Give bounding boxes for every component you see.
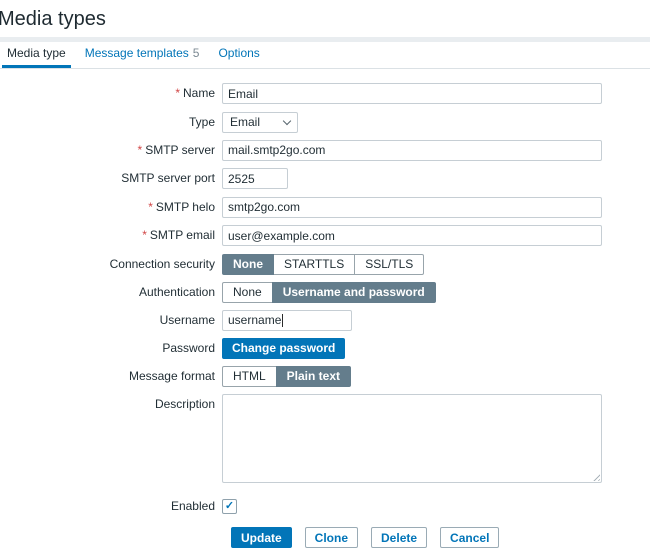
form-row-username: Username username — [0, 310, 650, 331]
media-type-form: *Name Type Email *SMTP server SMTP serve… — [0, 69, 650, 548]
tab-bar: Media type Message templates 5 Options — [0, 42, 650, 69]
username-value: username — [228, 310, 281, 331]
tab-label: Options — [218, 46, 259, 60]
smtp-port-field[interactable] — [222, 168, 288, 189]
form-row-message-format: Message format HTML Plain text — [0, 366, 650, 387]
tab-options[interactable]: Options — [213, 42, 264, 68]
form-row-password: Password Change password — [0, 338, 650, 360]
username-label: Username — [0, 310, 222, 331]
segment-option-none[interactable]: None — [222, 254, 274, 275]
type-select[interactable]: Email — [222, 112, 298, 133]
tab-media-type[interactable]: Media type — [2, 42, 71, 68]
smtp-email-label: *SMTP email — [0, 225, 222, 246]
chevron-down-icon — [283, 116, 291, 124]
name-label: *Name — [0, 83, 222, 104]
form-row-enabled: Enabled ✓ — [0, 496, 650, 517]
required-mark: * — [142, 228, 147, 242]
description-label: Description — [0, 394, 222, 415]
tab-message-templates[interactable]: Message templates 5 — [80, 42, 205, 68]
required-mark: * — [175, 86, 180, 100]
form-row-name: *Name — [0, 83, 650, 105]
segment-option-username-password[interactable]: Username and password — [272, 282, 436, 303]
form-row-smtp-server: *SMTP server — [0, 140, 650, 162]
enabled-checkbox[interactable]: ✓ — [222, 499, 237, 514]
segment-option-plain-text[interactable]: Plain text — [276, 366, 351, 387]
connection-security-segment: None STARTTLS SSL/TLS — [222, 254, 424, 275]
segment-option-none[interactable]: None — [222, 282, 273, 303]
segment-option-starttls[interactable]: STARTTLS — [273, 254, 355, 275]
check-icon: ✓ — [225, 501, 234, 512]
form-row-smtp-email: *SMTP email — [0, 225, 650, 247]
smtp-server-label: *SMTP server — [0, 140, 222, 161]
type-select-value: Email — [230, 112, 260, 133]
page-header: Media types — [0, 0, 650, 37]
smtp-helo-field[interactable] — [222, 197, 602, 218]
form-row-type: Type Email — [0, 112, 650, 133]
smtp-helo-label: *SMTP helo — [0, 197, 222, 218]
smtp-server-field[interactable] — [222, 140, 602, 161]
tab-label: Message templates — [85, 46, 189, 60]
segment-option-html[interactable]: HTML — [222, 366, 277, 387]
smtp-email-field[interactable] — [222, 225, 602, 246]
form-row-description: Description — [0, 394, 650, 483]
password-label: Password — [0, 338, 222, 359]
smtp-port-label: SMTP server port — [0, 168, 222, 189]
username-field[interactable]: username — [222, 310, 352, 331]
description-textarea[interactable] — [222, 394, 602, 483]
name-field[interactable] — [222, 83, 602, 104]
form-row-authentication: Authentication None Username and passwor… — [0, 282, 650, 303]
form-row-connection-security: Connection security None STARTTLS SSL/TL… — [0, 254, 650, 275]
authentication-label: Authentication — [0, 282, 222, 303]
authentication-segment: None Username and password — [222, 282, 436, 303]
form-row-smtp-helo: *SMTP helo — [0, 197, 650, 219]
text-cursor — [282, 314, 283, 327]
segment-option-ssltls[interactable]: SSL/TLS — [354, 254, 424, 275]
tab-count-badge: 5 — [193, 46, 200, 60]
enabled-label: Enabled — [0, 496, 222, 517]
form-row-smtp-port: SMTP server port — [0, 168, 650, 190]
required-mark: * — [138, 143, 143, 157]
change-password-button[interactable]: Change password — [222, 338, 345, 359]
type-label: Type — [0, 112, 222, 133]
required-mark: * — [148, 200, 153, 214]
message-format-segment: HTML Plain text — [222, 366, 351, 387]
page-title: Media types — [0, 8, 640, 31]
message-format-label: Message format — [0, 366, 222, 387]
tab-label: Media type — [7, 46, 66, 60]
connection-security-label: Connection security — [0, 254, 222, 275]
